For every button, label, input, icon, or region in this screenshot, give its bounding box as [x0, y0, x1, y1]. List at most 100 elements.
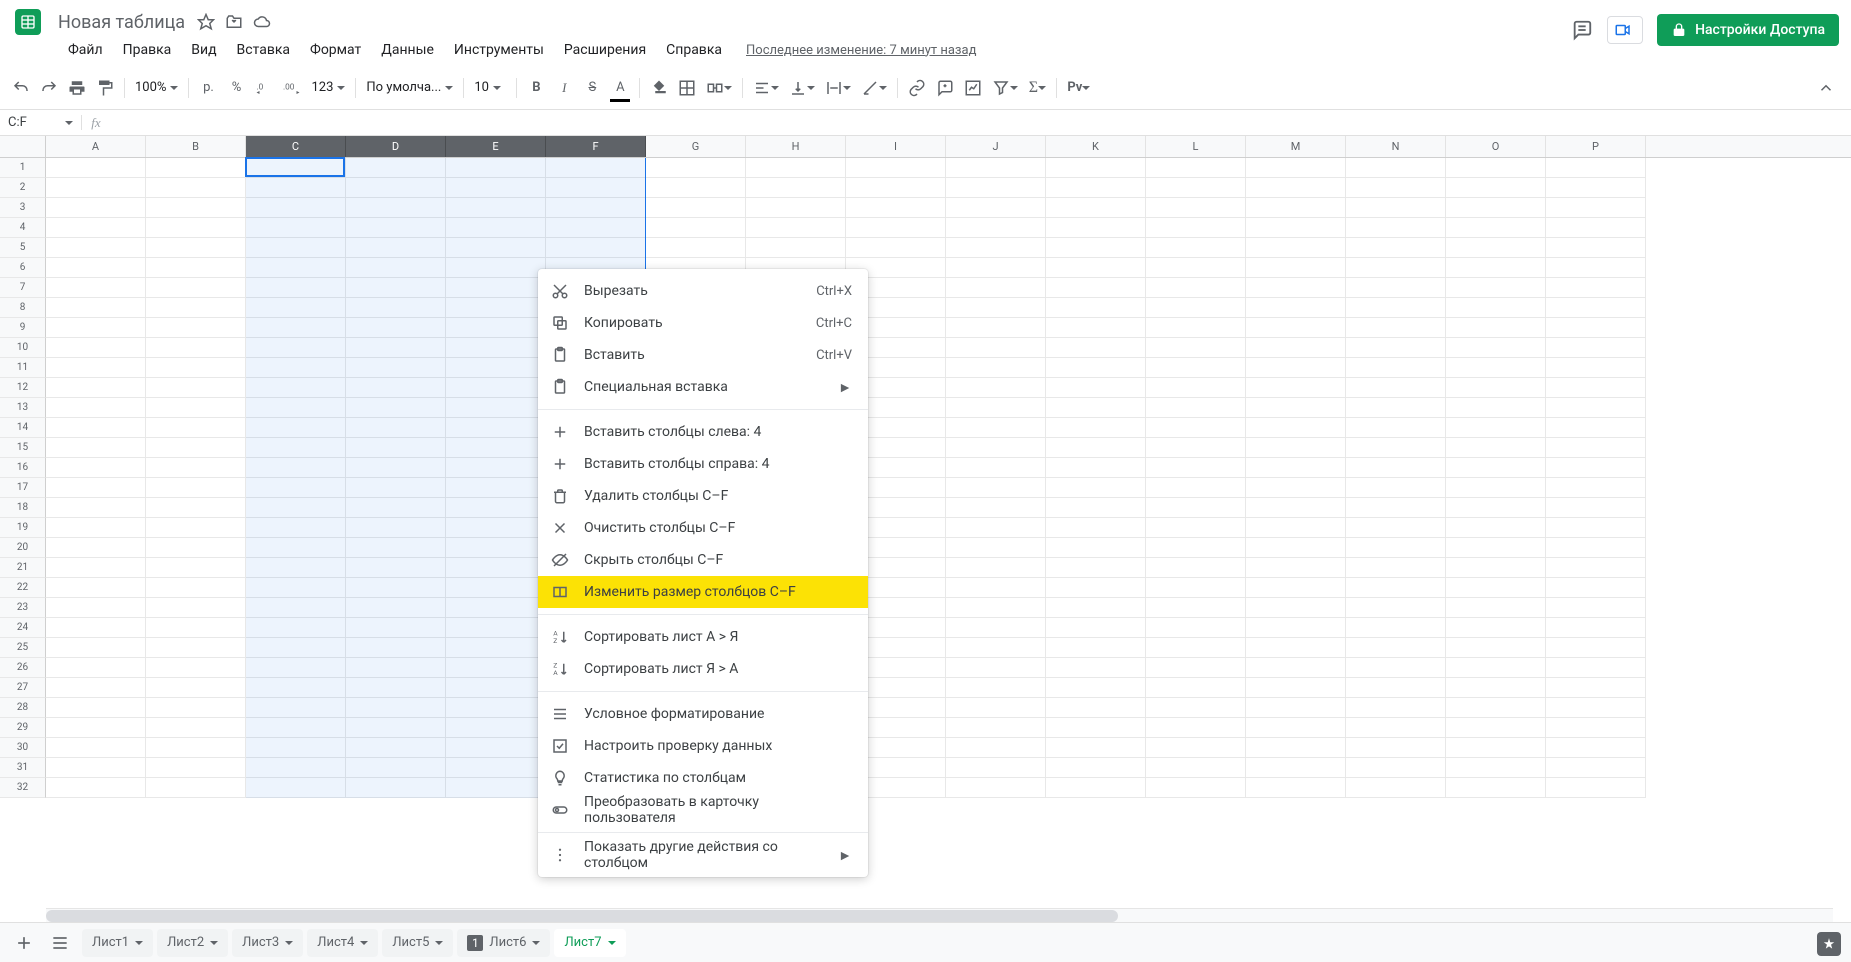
borders-button[interactable]: [674, 75, 700, 101]
comment-button[interactable]: [932, 75, 958, 101]
menu-data[interactable]: Данные: [373, 38, 442, 62]
cell[interactable]: [446, 638, 546, 658]
cell[interactable]: [1046, 778, 1146, 798]
format-currency-button[interactable]: р.: [195, 75, 221, 101]
cell[interactable]: [46, 538, 146, 558]
cell[interactable]: [1246, 398, 1346, 418]
cell[interactable]: [346, 638, 446, 658]
cell[interactable]: [1246, 498, 1346, 518]
col-header-H[interactable]: H: [746, 136, 846, 157]
cell[interactable]: [1546, 158, 1646, 178]
name-box[interactable]: C:F: [0, 115, 82, 130]
row-header[interactable]: 31: [0, 758, 46, 778]
cell[interactable]: [1146, 718, 1246, 738]
menu-insert[interactable]: Вставка: [229, 38, 298, 62]
collapse-toolbar-button[interactable]: [1813, 75, 1839, 101]
cell[interactable]: [1046, 618, 1146, 638]
cell[interactable]: [1346, 498, 1446, 518]
cell[interactable]: [946, 738, 1046, 758]
undo-button[interactable]: [8, 75, 34, 101]
cell[interactable]: [1346, 198, 1446, 218]
cell[interactable]: [1046, 538, 1146, 558]
cell[interactable]: [446, 718, 546, 738]
cell[interactable]: [46, 258, 146, 278]
cell[interactable]: [1546, 518, 1646, 538]
cell[interactable]: [1446, 298, 1546, 318]
cell[interactable]: [146, 338, 246, 358]
ctx-plus[interactable]: Вставить столбцы справа: 4: [538, 448, 868, 480]
cell[interactable]: [1246, 778, 1346, 798]
menu-view[interactable]: Вид: [183, 38, 224, 62]
cell[interactable]: [446, 418, 546, 438]
ctx-x[interactable]: Очистить столбцы C–F: [538, 512, 868, 544]
cell[interactable]: [546, 158, 646, 178]
row-header[interactable]: 27: [0, 678, 46, 698]
cell[interactable]: [1046, 558, 1146, 578]
cell[interactable]: [1246, 318, 1346, 338]
cell[interactable]: [946, 358, 1046, 378]
cell[interactable]: [1146, 318, 1246, 338]
cell[interactable]: [1546, 578, 1646, 598]
cell[interactable]: [46, 178, 146, 198]
cell[interactable]: [1046, 438, 1146, 458]
cell[interactable]: [1446, 778, 1546, 798]
comment-history-icon[interactable]: [1571, 19, 1593, 41]
cell[interactable]: [1246, 598, 1346, 618]
sheet-tab[interactable]: Лист7: [554, 929, 625, 957]
cell[interactable]: [246, 178, 346, 198]
last-edit[interactable]: Последнее изменение: 7 минут назад: [746, 43, 976, 58]
cell[interactable]: [1346, 418, 1446, 438]
cell[interactable]: [1546, 698, 1646, 718]
cell[interactable]: [1346, 438, 1446, 458]
cell[interactable]: [1346, 318, 1446, 338]
cell[interactable]: [1546, 418, 1646, 438]
cell[interactable]: [1446, 758, 1546, 778]
cell[interactable]: [446, 578, 546, 598]
sheet-tab[interactable]: Лист5: [382, 929, 453, 957]
pv-button[interactable]: Рv: [1063, 75, 1094, 101]
cell[interactable]: [346, 198, 446, 218]
cell[interactable]: [46, 658, 146, 678]
cell[interactable]: [446, 738, 546, 758]
cell[interactable]: [46, 338, 146, 358]
row-header[interactable]: 14: [0, 418, 46, 438]
more-formats-button[interactable]: 123: [307, 80, 349, 95]
cell[interactable]: [446, 658, 546, 678]
cell[interactable]: [346, 778, 446, 798]
cell[interactable]: [946, 438, 1046, 458]
cell[interactable]: [1346, 338, 1446, 358]
cell[interactable]: [946, 698, 1046, 718]
cell[interactable]: [146, 398, 246, 418]
cell[interactable]: [1046, 238, 1146, 258]
cell[interactable]: [1046, 218, 1146, 238]
cell[interactable]: [146, 778, 246, 798]
cell[interactable]: [1446, 658, 1546, 678]
sheet-tab[interactable]: Лист3: [232, 929, 303, 957]
cell[interactable]: [1146, 298, 1246, 318]
cell[interactable]: [1046, 758, 1146, 778]
sheets-logo[interactable]: [8, 2, 48, 42]
row-header[interactable]: 26: [0, 658, 46, 678]
cell[interactable]: [46, 758, 146, 778]
cell[interactable]: [446, 398, 546, 418]
fill-color-button[interactable]: [646, 75, 672, 101]
italic-button[interactable]: I: [551, 75, 577, 101]
cell[interactable]: [1346, 458, 1446, 478]
ctx-sort-az[interactable]: AZСортировать лист А > Я: [538, 621, 868, 653]
halign-button[interactable]: [749, 75, 783, 101]
col-header-M[interactable]: M: [1246, 136, 1346, 157]
cell[interactable]: [246, 698, 346, 718]
cell[interactable]: [346, 578, 446, 598]
cell[interactable]: [146, 178, 246, 198]
cell[interactable]: [246, 598, 346, 618]
cell[interactable]: [1346, 678, 1446, 698]
cell[interactable]: [1246, 758, 1346, 778]
cell[interactable]: [1246, 438, 1346, 458]
col-header-E[interactable]: E: [446, 136, 546, 157]
cell[interactable]: [246, 518, 346, 538]
row-header[interactable]: 8: [0, 298, 46, 318]
cell[interactable]: [1546, 478, 1646, 498]
cell[interactable]: [246, 218, 346, 238]
cell[interactable]: [1446, 718, 1546, 738]
cell[interactable]: [446, 558, 546, 578]
